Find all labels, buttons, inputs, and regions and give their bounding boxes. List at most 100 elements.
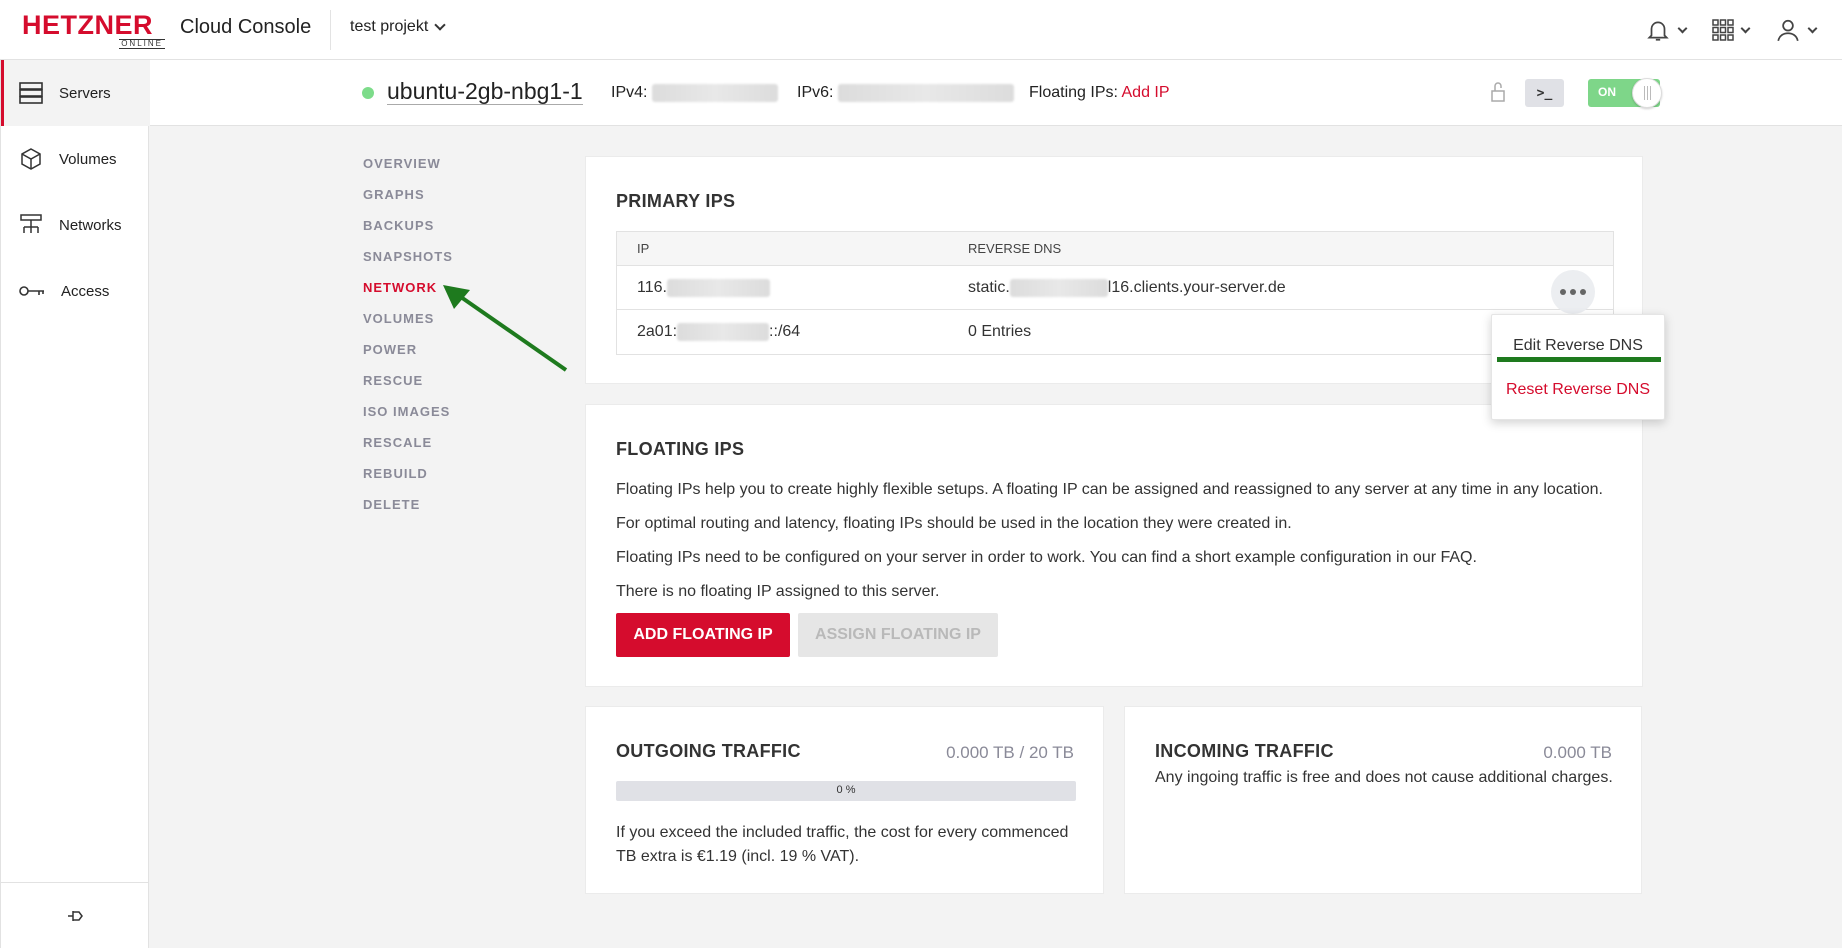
add-floating-ip-button[interactable]: ADD FLOATING IP <box>616 613 790 657</box>
rdns-suffix: l16.clients.your-server.de <box>1107 279 1286 297</box>
sidebar-item-label: Volumes <box>59 150 117 168</box>
ipv4-label: IPv4: <box>611 84 648 102</box>
reset-reverse-dns-item[interactable]: Reset Reverse DNS <box>1492 381 1664 399</box>
subnav-rescue[interactable]: RESCUE <box>363 373 453 404</box>
ipv6-label: IPv6: <box>797 84 834 102</box>
incoming-traffic-card: INCOMING TRAFFIC 0.000 TB Any ingoing tr… <box>1124 706 1642 894</box>
sidebar-item-servers[interactable]: Servers <box>1 60 149 126</box>
bell-icon <box>1647 21 1669 41</box>
table-header: IP REVERSE DNS <box>617 232 1613 266</box>
chevron-down-icon <box>1677 23 1688 33</box>
cube-icon <box>21 148 41 170</box>
redacted-ip <box>677 323 770 341</box>
floating-ips-card: FLOATING IPS Floating IPs help you to cr… <box>585 404 1643 687</box>
server-name[interactable]: ubuntu-2gb-nbg1-1 <box>387 78 583 105</box>
terminal-icon: >_ <box>1536 85 1553 101</box>
edit-reverse-dns-item[interactable]: Edit Reverse DNS <box>1492 337 1664 355</box>
assign-floating-ip-button: ASSIGN FLOATING IP <box>798 613 998 657</box>
sidebar-item-label: Servers <box>59 84 111 102</box>
ipv4-cell: 116. <box>637 279 770 297</box>
ip-suffix: ::/64 <box>769 323 801 341</box>
notifications-button[interactable] <box>1645 17 1688 43</box>
column-header-reverse-dns: REVERSE DNS <box>968 241 1062 256</box>
chevron-down-icon <box>434 18 446 31</box>
outgoing-traffic-card: OUTGOING TRAFFIC 0.000 TB / 20 TB 0 % If… <box>585 706 1104 894</box>
subnav-rebuild[interactable]: REBUILD <box>363 466 453 497</box>
app-title[interactable]: Cloud Console <box>180 16 311 39</box>
key-icon <box>19 286 44 296</box>
floating-ips-text: Floating IPs help you to create highly f… <box>616 481 1603 498</box>
subnav-snapshots[interactable]: SNAPSHOTS <box>363 249 453 280</box>
servers-icon <box>19 82 43 104</box>
subnav-backups[interactable]: BACKUPS <box>363 218 453 249</box>
incoming-traffic-value: 0.000 TB <box>1543 743 1612 762</box>
annotation-highlight <box>1497 357 1661 362</box>
annotation-arrow-icon <box>443 285 568 372</box>
sidebar-item-networks[interactable]: Networks <box>1 192 149 258</box>
add-ip-link[interactable]: Add IP <box>1122 84 1170 101</box>
user-menu-button[interactable] <box>1775 17 1818 43</box>
logo-subtext: ONLINE <box>119 39 165 49</box>
ipv6-cell: 2a01:::/64 <box>637 323 800 341</box>
ipv4-display[interactable]: IPv4: <box>611 84 778 102</box>
outgoing-traffic-note: If you exceed the included traffic, the … <box>616 824 1069 865</box>
logo-text: HETZNER <box>22 10 153 40</box>
toggle-knob <box>1632 78 1662 108</box>
pin-icon <box>68 910 83 921</box>
subnav-iso-images[interactable]: ISO IMAGES <box>363 404 453 435</box>
primary-ips-title: PRIMARY IPS <box>616 191 736 211</box>
main-sidebar: Servers Volumes Networks Access <box>0 60 149 948</box>
subnav-graphs[interactable]: GRAPHS <box>363 187 453 218</box>
user-icon <box>1777 19 1799 42</box>
reverse-dns-cell: static. l16.clients.your-server.de <box>968 279 1286 297</box>
chevron-down-icon <box>1740 23 1751 33</box>
power-toggle[interactable]: ON <box>1588 78 1662 108</box>
row-actions-button[interactable] <box>1551 270 1595 314</box>
primary-ips-table: IP REVERSE DNS 116. static. l16.clients.y… <box>616 231 1614 355</box>
pin-sidebar-button[interactable] <box>1 882 149 948</box>
floating-ips-text: Floating IPs need to be configured on yo… <box>616 549 1477 566</box>
top-bar: HETZNER ONLINE Cloud Console test projek… <box>0 0 1842 60</box>
subnav-overview[interactable]: OVERVIEW <box>363 156 453 187</box>
network-icon <box>20 214 42 233</box>
divider <box>330 10 331 50</box>
ip-prefix: 116. <box>637 279 667 297</box>
redacted-ip <box>666 279 770 297</box>
subnav-delete[interactable]: DELETE <box>363 497 453 528</box>
subnav-rescale[interactable]: RESCALE <box>363 435 453 466</box>
console-button[interactable]: >_ <box>1525 79 1564 107</box>
primary-ips-card: PRIMARY IPS IP REVERSE DNS 116. static. l… <box>585 156 1643 384</box>
sidebar-item-label: Networks <box>59 216 122 234</box>
apps-menu-button[interactable] <box>1712 19 1751 41</box>
redacted-ipv6 <box>837 84 1014 102</box>
hetzner-logo[interactable]: HETZNER ONLINE <box>22 10 165 49</box>
ip-prefix: 2a01: <box>637 323 678 341</box>
chevron-down-icon <box>1807 23 1818 33</box>
status-indicator <box>362 87 374 99</box>
traffic-progress-bar: 0 % <box>616 781 1076 801</box>
project-selector[interactable]: test projekt <box>350 18 446 36</box>
column-header-ip: IP <box>637 241 650 256</box>
redacted-rdns <box>1009 279 1108 297</box>
rdns-prefix: static. <box>968 279 1010 297</box>
floating-ips-display: Floating IPs: Add IP <box>1029 84 1170 102</box>
project-name: test projekt <box>350 18 429 35</box>
incoming-traffic-title: INCOMING TRAFFIC <box>1155 741 1334 761</box>
sidebar-item-label: Access <box>61 282 110 300</box>
sidebar-item-access[interactable]: Access <box>1 258 149 324</box>
outgoing-traffic-title: OUTGOING TRAFFIC <box>616 741 801 761</box>
reverse-dns-cell: 0 Entries <box>968 323 1032 340</box>
power-toggle-label: ON <box>1598 85 1616 99</box>
floating-ips-text: For optimal routing and latency, floatin… <box>616 515 1292 532</box>
sidebar-item-volumes[interactable]: Volumes <box>1 126 149 192</box>
lock-icon <box>1491 82 1505 102</box>
floating-ips-text: There is no floating IP assigned to this… <box>616 583 940 600</box>
lock-button[interactable] <box>1490 80 1506 109</box>
progress-label: 0 % <box>836 784 856 796</box>
floating-ips-title: FLOATING IPS <box>616 439 745 459</box>
ipv6-display[interactable]: IPv6: <box>797 84 1014 102</box>
top-actions <box>1645 0 1842 60</box>
incoming-traffic-note: Any ingoing traffic is free and does not… <box>1155 769 1613 786</box>
outgoing-traffic-value: 0.000 TB / 20 TB <box>946 743 1074 762</box>
redacted-ipv4 <box>651 84 778 102</box>
